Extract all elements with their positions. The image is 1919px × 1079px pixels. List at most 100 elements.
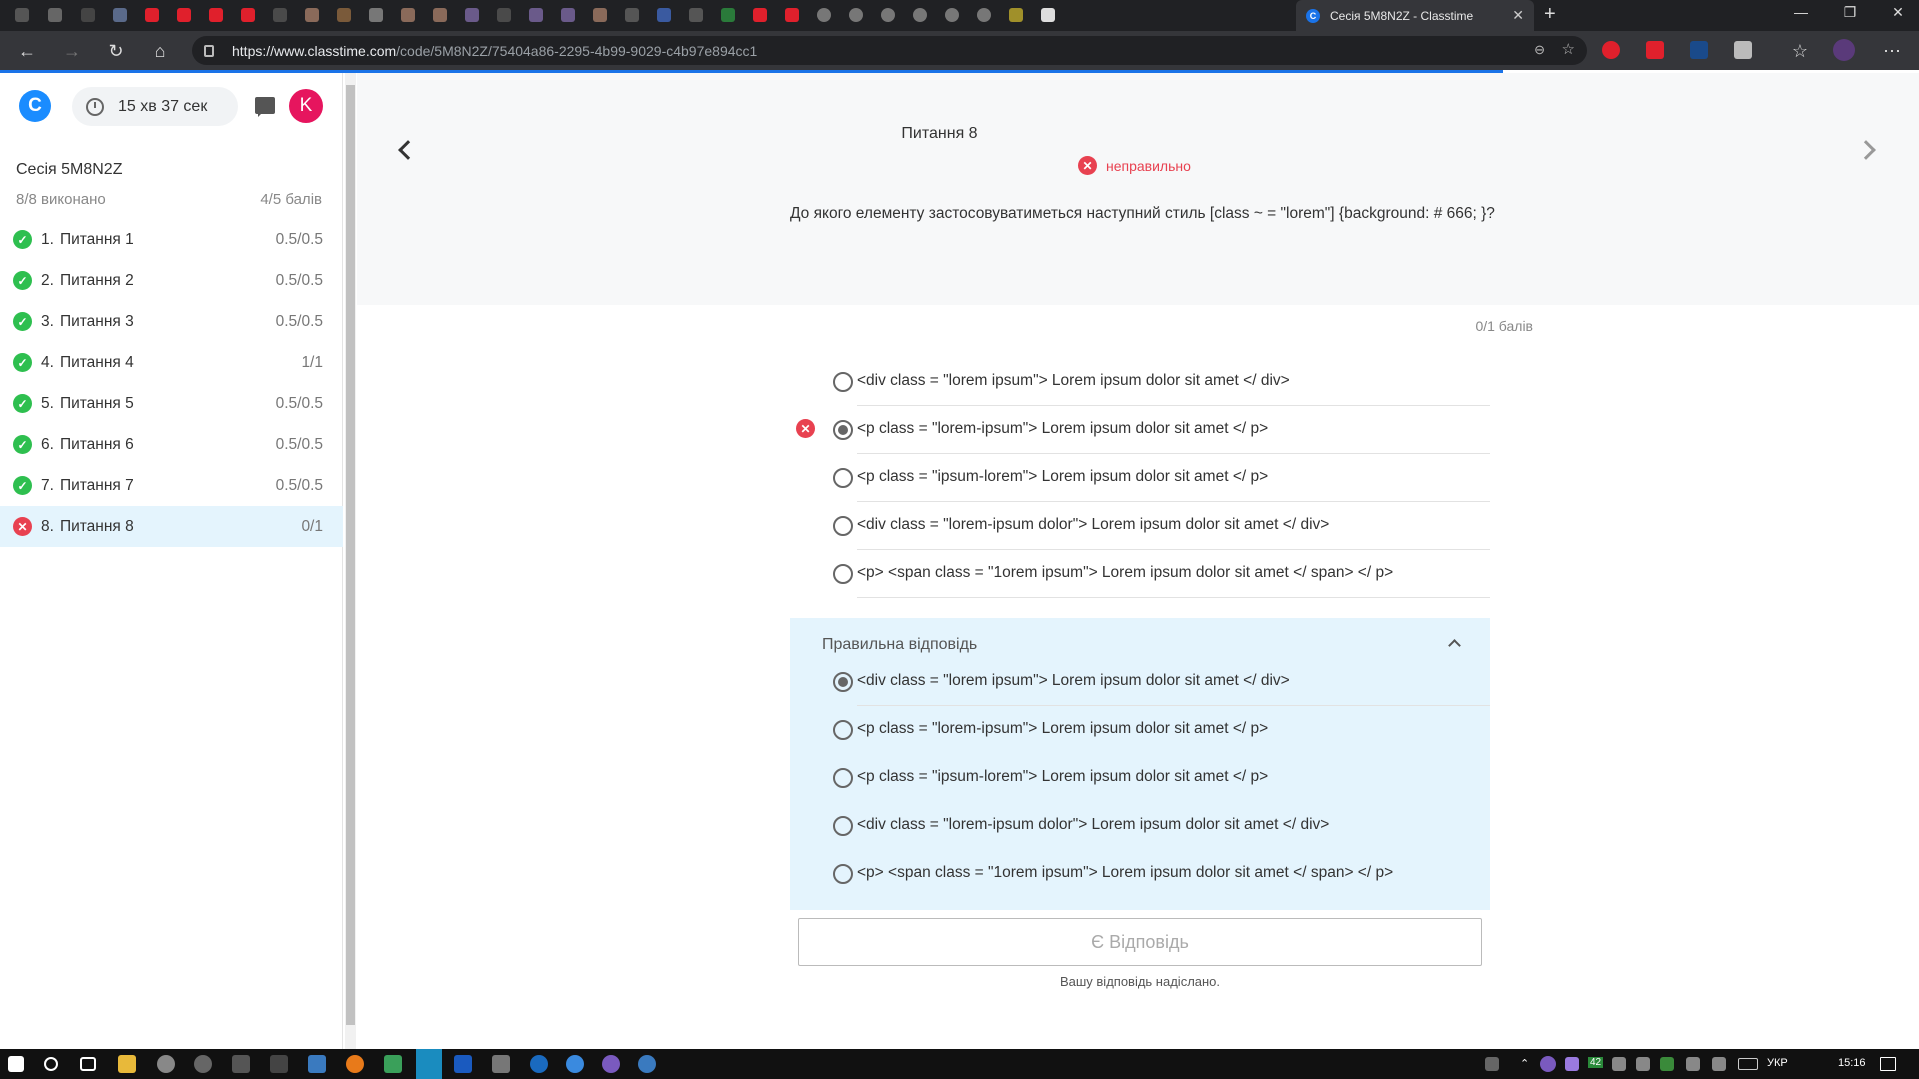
youtube-tab[interactable] (142, 5, 162, 25)
youtube-tab[interactable] (238, 5, 258, 25)
question-item[interactable]: ✓ 3. Питання 3 0.5/0.5 (0, 301, 343, 342)
app-icon[interactable] (492, 1055, 510, 1073)
pinned-tab[interactable] (718, 5, 738, 25)
favorite-star-icon[interactable]: ☆ (1562, 40, 1575, 58)
youtube-tab[interactable] (750, 5, 770, 25)
favorites-icon[interactable]: ☆ (1788, 39, 1812, 63)
tray-icon[interactable] (1612, 1057, 1626, 1071)
input-language[interactable]: УКР (1767, 1057, 1788, 1069)
pinned-tab[interactable] (398, 5, 418, 25)
close-tab-icon[interactable]: ✕ (1512, 7, 1524, 24)
pinned-tab[interactable] (45, 5, 65, 25)
pinned-tab[interactable] (270, 5, 290, 25)
pinned-tab[interactable] (302, 5, 322, 25)
answer-option[interactable]: <p> <span class = "1orem ipsum"> Lorem i… (790, 550, 1490, 598)
pinned-tab[interactable] (1006, 5, 1026, 25)
tray-icon[interactable] (1565, 1057, 1579, 1071)
pinned-tab[interactable] (910, 5, 930, 25)
pinned-tab[interactable] (942, 5, 962, 25)
active-tab[interactable]: C Сесія 5M8N2Z - Classtime ✕ (1296, 0, 1534, 31)
clock-time[interactable]: 15:16 (1838, 1057, 1866, 1069)
pinned-tab[interactable] (974, 5, 994, 25)
question-item[interactable]: ✓ 4. Питання 4 1/1 (0, 342, 343, 383)
keyboard-icon[interactable] (1738, 1058, 1758, 1070)
chevron-up-icon[interactable] (1448, 639, 1461, 652)
app-icon[interactable] (157, 1055, 175, 1073)
extension-icon[interactable] (1734, 41, 1752, 59)
previous-question-icon[interactable] (398, 140, 418, 160)
pinned-tab[interactable] (814, 5, 834, 25)
app-icon[interactable] (270, 1055, 288, 1073)
file-explorer-icon[interactable] (118, 1055, 136, 1073)
viber-icon[interactable] (602, 1055, 620, 1073)
back-arrow-icon[interactable]: ← (15, 39, 39, 63)
forward-arrow-icon[interactable]: → (60, 39, 84, 63)
app-icon[interactable] (530, 1055, 548, 1073)
address-bar[interactable]: https://www.classtime.com/code/5M8N2Z/75… (192, 36, 1587, 65)
reload-icon[interactable]: ↻ (104, 39, 128, 63)
question-item[interactable]: ✓ 2. Питання 2 0.5/0.5 (0, 260, 343, 301)
radio-button[interactable] (833, 564, 853, 584)
zoom-icon[interactable]: ⊖ (1534, 42, 1545, 58)
radio-button[interactable] (833, 468, 853, 488)
extension-icon[interactable] (1602, 41, 1620, 59)
extension-icon[interactable] (1690, 41, 1708, 59)
pinned-tab[interactable] (878, 5, 898, 25)
submit-answer-button[interactable]: Є Відповідь (798, 918, 1482, 966)
answer-option[interactable]: <p class = "ipsum-lorem"> Lorem ipsum do… (790, 454, 1490, 502)
question-item[interactable]: ✓ 7. Питання 7 0.5/0.5 (0, 465, 343, 506)
people-icon[interactable] (1485, 1057, 1499, 1071)
close-window-button[interactable]: ✕ (1878, 4, 1918, 21)
restore-window-button[interactable]: ❐ (1830, 4, 1870, 21)
pinned-tab[interactable] (366, 5, 386, 25)
tray-icon[interactable] (1540, 1056, 1556, 1072)
pinned-tab[interactable] (462, 5, 482, 25)
chat-icon[interactable] (255, 97, 275, 117)
radio-button-selected[interactable] (833, 420, 853, 440)
task-view-icon[interactable] (80, 1057, 96, 1071)
tray-icon[interactable] (1660, 1057, 1674, 1071)
pinned-tab[interactable] (334, 5, 354, 25)
app-icon[interactable] (194, 1055, 212, 1073)
scrollbar-thumb[interactable] (346, 85, 355, 1025)
pinned-tab[interactable] (1038, 5, 1058, 25)
pinned-tab[interactable] (558, 5, 578, 25)
radio-button[interactable] (833, 372, 853, 392)
answer-option[interactable]: <div class = "lorem-ipsum dolor"> Lorem … (790, 502, 1490, 550)
sidebar-scrollbar[interactable] (345, 73, 356, 1049)
youtube-tab[interactable] (174, 5, 194, 25)
pinned-tab[interactable] (78, 5, 98, 25)
pinned-tab[interactable] (846, 5, 866, 25)
app-icon[interactable] (566, 1055, 584, 1073)
notifications-icon[interactable] (1880, 1057, 1896, 1071)
avatar[interactable]: K (289, 89, 323, 123)
youtube-tab[interactable] (782, 5, 802, 25)
app-icon[interactable] (638, 1055, 656, 1073)
app-icon[interactable] (308, 1055, 326, 1073)
question-item-active[interactable]: ✕ 8. Питання 8 0/1 (0, 506, 343, 547)
chevron-up-icon[interactable]: ⌃ (1520, 1057, 1529, 1070)
edge-browser-icon[interactable] (416, 1049, 442, 1079)
pinned-tab[interactable] (494, 5, 514, 25)
tray-badge[interactable]: 42 (1588, 1057, 1604, 1068)
radio-button[interactable] (833, 516, 853, 536)
youtube-tab[interactable] (206, 5, 226, 25)
app-icon[interactable] (454, 1055, 472, 1073)
pinned-tab[interactable] (622, 5, 642, 25)
pinned-tab[interactable] (686, 5, 706, 25)
app-icon[interactable] (384, 1055, 402, 1073)
question-item[interactable]: ✓ 5. Питання 5 0.5/0.5 (0, 383, 343, 424)
pinned-tab[interactable] (654, 5, 674, 25)
pinned-tab[interactable] (526, 5, 546, 25)
question-item[interactable]: ✓ 6. Питання 6 0.5/0.5 (0, 424, 343, 465)
pen-icon[interactable] (1712, 1057, 1726, 1071)
start-windows-icon[interactable] (8, 1056, 24, 1072)
more-menu-icon[interactable]: ⋯ (1880, 39, 1904, 63)
classtime-logo[interactable]: C (19, 90, 51, 122)
app-icon[interactable] (346, 1055, 364, 1073)
pinned-tab[interactable] (110, 5, 130, 25)
app-icon[interactable] (232, 1055, 250, 1073)
extension-icon[interactable] (1646, 41, 1664, 59)
tab-actions-icon[interactable] (12, 5, 32, 25)
answer-option-selected[interactable]: ✕ <p class = "lorem-ipsum"> Lorem ipsum … (790, 406, 1490, 454)
